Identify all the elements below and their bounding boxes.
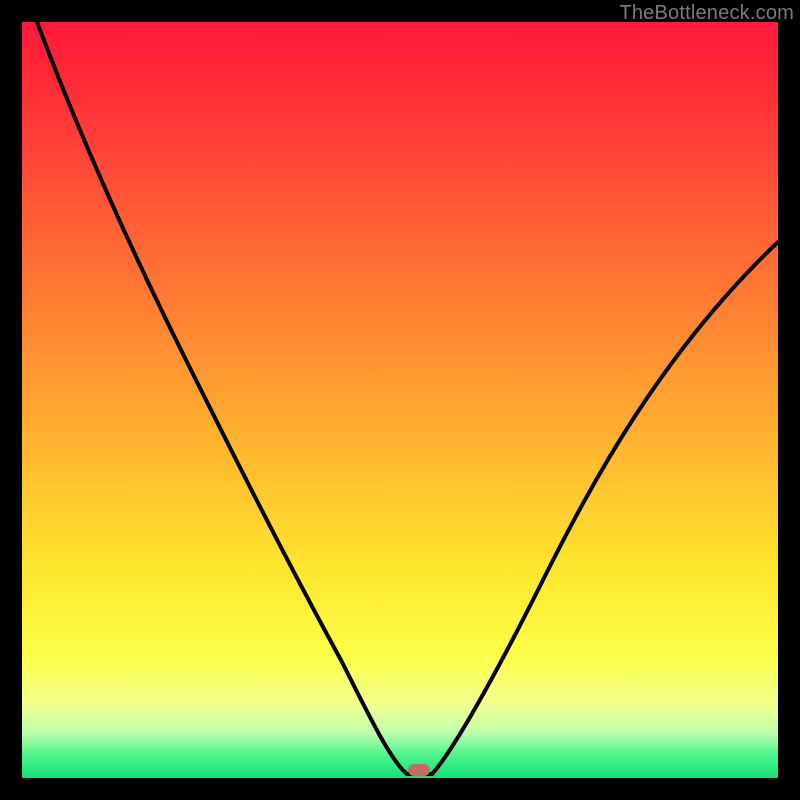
chart-frame: TheBottleneck.com: [0, 0, 800, 800]
chart-plot-area: [22, 22, 778, 778]
watermark-text: TheBottleneck.com: [619, 2, 794, 25]
optimal-marker: [408, 764, 430, 776]
curve-path: [37, 22, 778, 774]
bottleneck-curve: [22, 22, 778, 778]
